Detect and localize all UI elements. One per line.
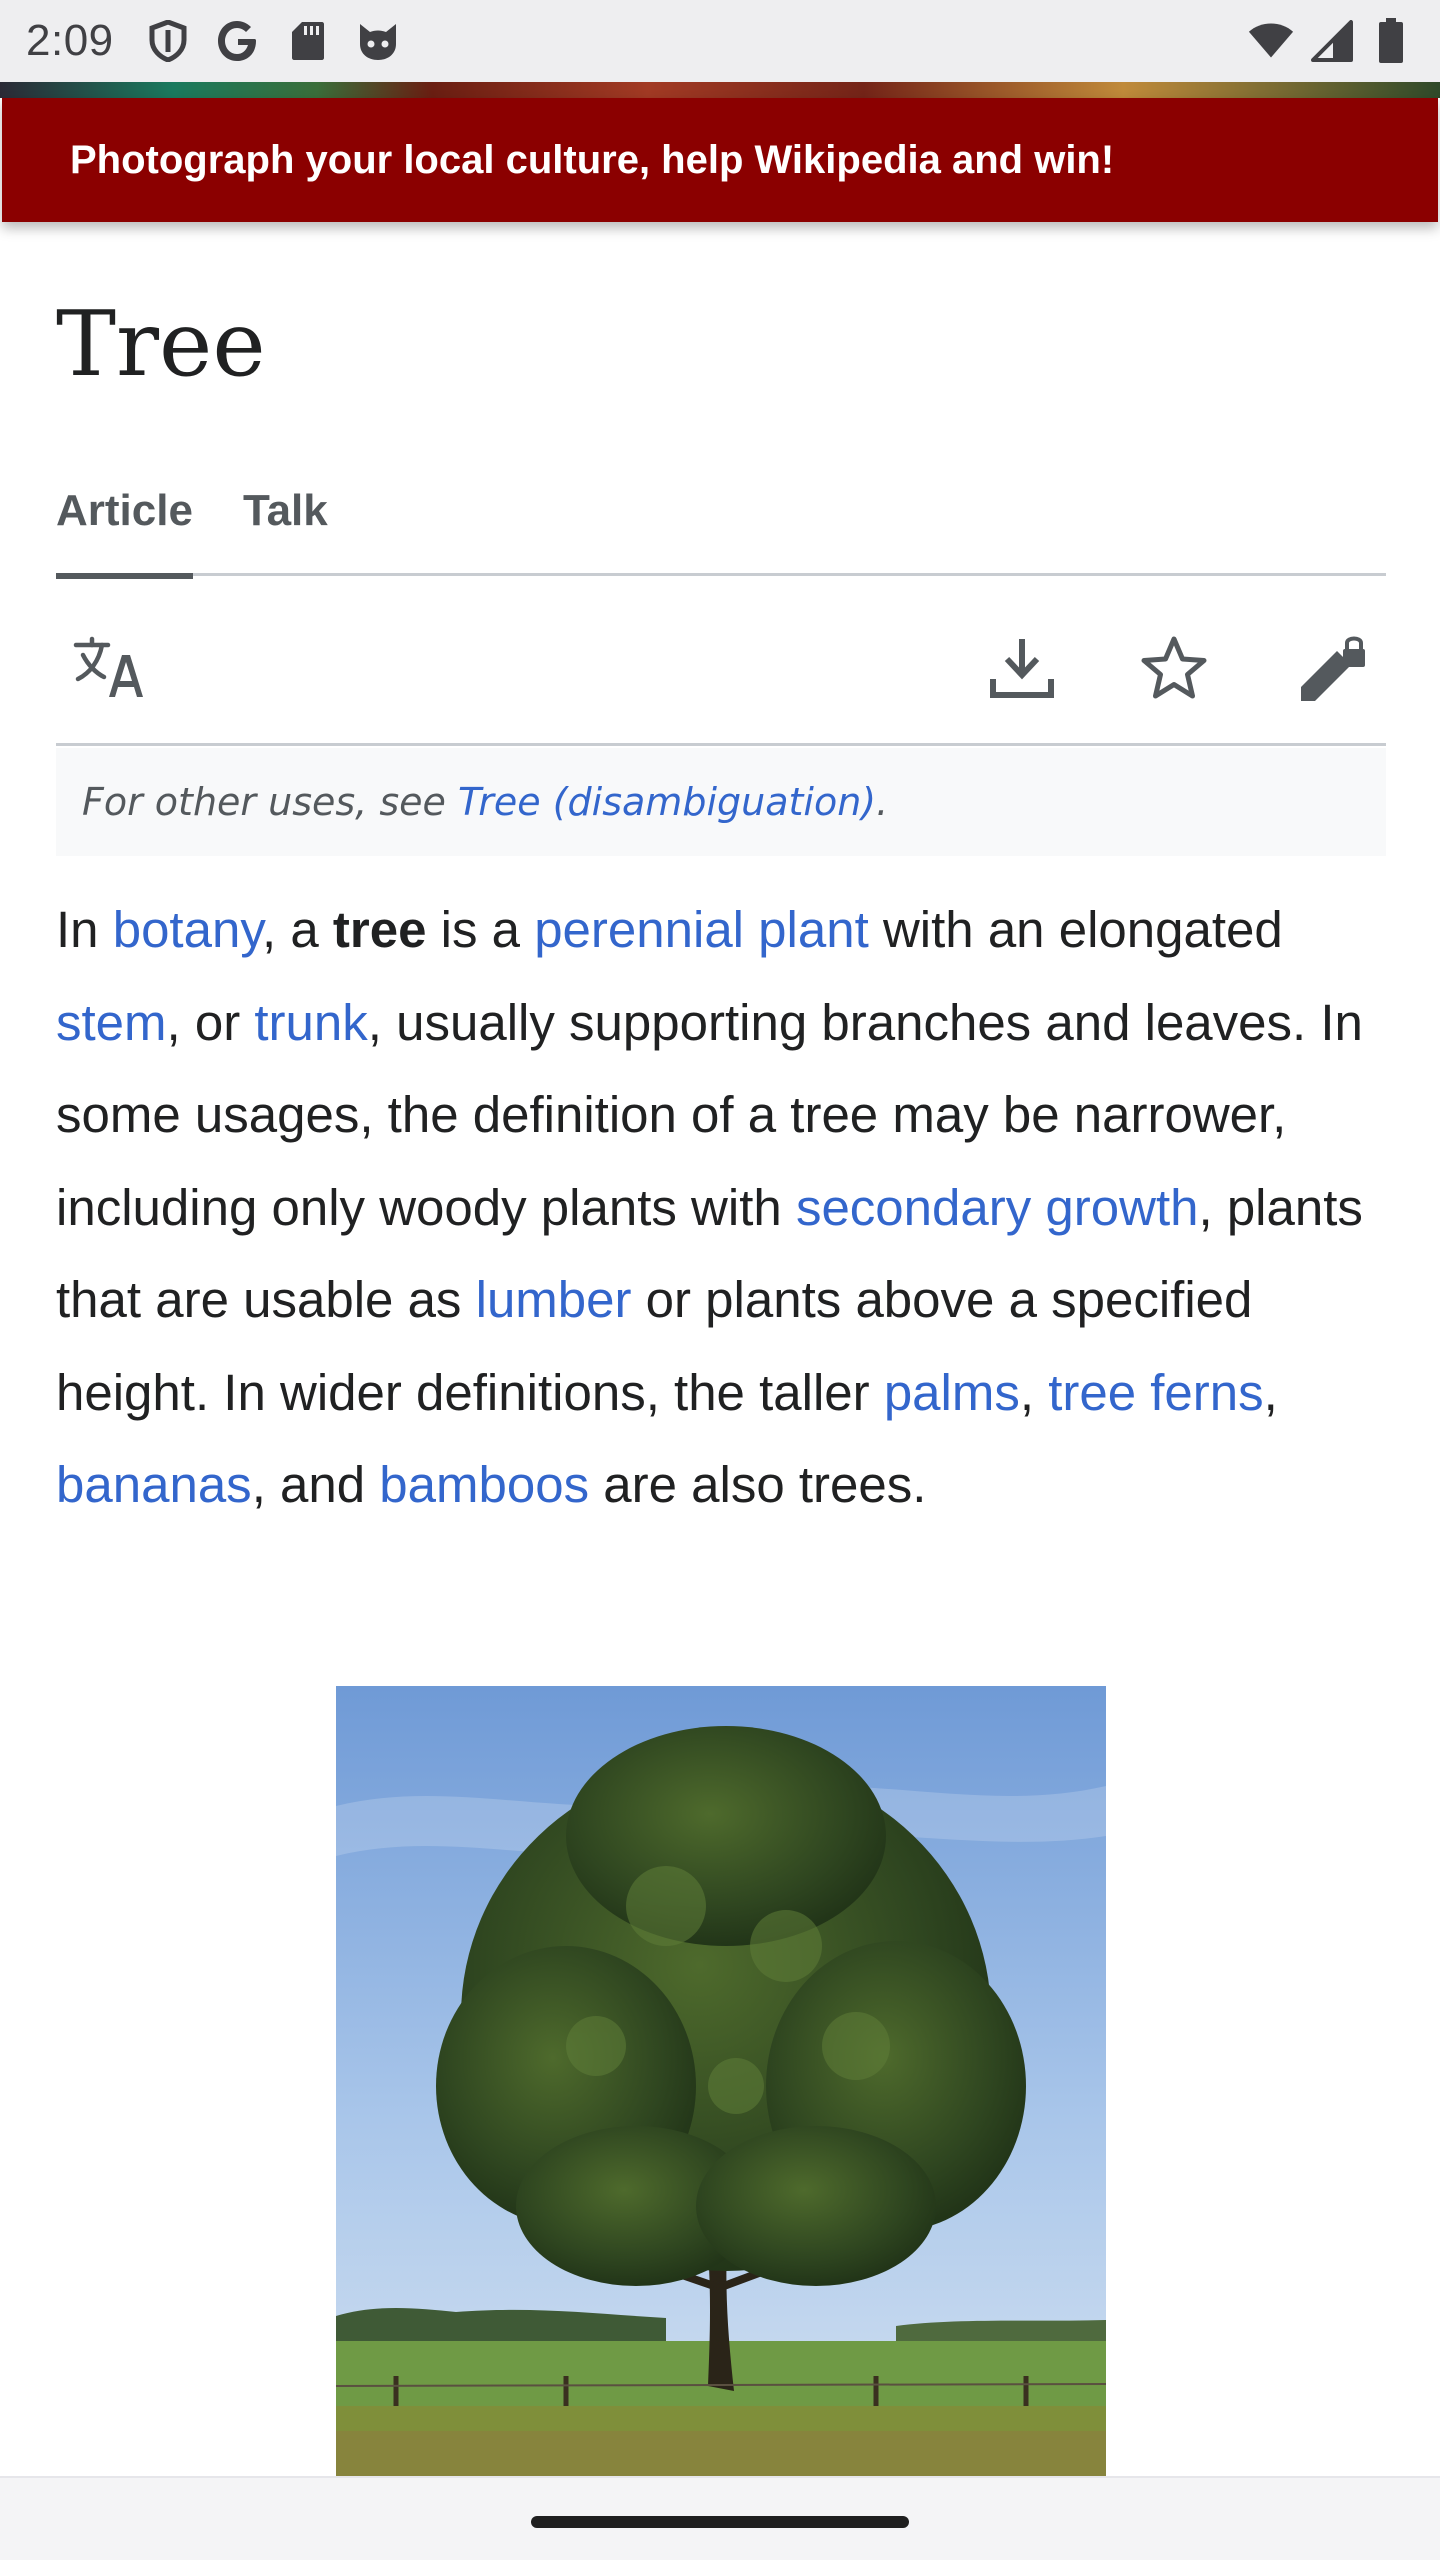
- link-stem[interactable]: stem: [56, 994, 167, 1051]
- wifi-icon: [1248, 18, 1294, 64]
- link-palms[interactable]: palms: [884, 1364, 1020, 1421]
- language-button[interactable]: [60, 620, 160, 720]
- link-bamboos[interactable]: bamboos: [379, 1456, 589, 1513]
- star-icon: [1139, 635, 1209, 706]
- sd-card-icon: [286, 19, 330, 63]
- link-bananas[interactable]: bananas: [56, 1456, 252, 1513]
- status-time: 2:09: [26, 16, 114, 65]
- lead-text: ,: [1263, 1363, 1278, 1421]
- battery-icon: [1368, 18, 1414, 64]
- download-icon: [989, 635, 1055, 706]
- lead-text: In: [56, 901, 113, 958]
- edit-button[interactable]: [1282, 620, 1382, 720]
- hatnote-prefix: For other uses, see: [82, 780, 446, 824]
- lead-text: is a: [426, 901, 535, 958]
- page-title: Tree: [56, 292, 266, 397]
- google-icon: [216, 19, 260, 63]
- lead-text: ,: [1019, 1363, 1049, 1421]
- translate-icon: [72, 635, 148, 706]
- lead-text: , or: [166, 993, 255, 1051]
- system-nav-bar: [0, 2476, 1440, 2560]
- link-secondary-growth[interactable]: secondary growth: [796, 1179, 1199, 1236]
- banner-image-strip: [0, 82, 1440, 98]
- link-trunk[interactable]: trunk: [254, 994, 367, 1051]
- edit-locked-icon: [1295, 633, 1369, 708]
- hatnote-suffix: .: [876, 780, 889, 824]
- article-tabs: Article Talk: [56, 470, 1386, 579]
- lead-image[interactable]: [336, 1686, 1106, 2476]
- hatnote: For other uses, see Tree (disambiguation…: [56, 748, 1386, 856]
- campaign-banner[interactable]: Photograph your local culture, help Wiki…: [2, 98, 1438, 222]
- tab-talk[interactable]: Talk: [243, 470, 328, 576]
- lead-bold-term: tree: [332, 901, 427, 958]
- home-gesture-handle[interactable]: [531, 2516, 909, 2528]
- campaign-banner-text[interactable]: Photograph your local culture, help Wiki…: [70, 138, 1114, 183]
- hatnote-link[interactable]: Tree (disambiguation): [458, 780, 876, 824]
- shield-icon: [146, 19, 190, 63]
- download-button[interactable]: [972, 620, 1072, 720]
- lead-text: are also trees.: [589, 1456, 927, 1513]
- link-perennial-plant[interactable]: perennial plant: [534, 901, 869, 958]
- lead-text: , and: [251, 1456, 380, 1513]
- link-tree-ferns[interactable]: tree ferns: [1048, 1364, 1263, 1421]
- watch-button[interactable]: [1124, 620, 1224, 720]
- cat-face-icon: [356, 19, 400, 63]
- cell-signal-icon: [1308, 18, 1354, 64]
- lead-paragraph: In botany, a tree is a perennial plant w…: [56, 884, 1406, 1532]
- tab-article[interactable]: Article: [56, 470, 193, 579]
- lead-text: , a: [262, 901, 333, 958]
- page-actions-bar: [56, 600, 1386, 746]
- lead-text: with an elongated: [868, 901, 1283, 958]
- link-botany[interactable]: botany: [113, 901, 262, 958]
- status-bar: 2:09: [0, 0, 1440, 82]
- link-lumber[interactable]: lumber: [476, 1271, 632, 1328]
